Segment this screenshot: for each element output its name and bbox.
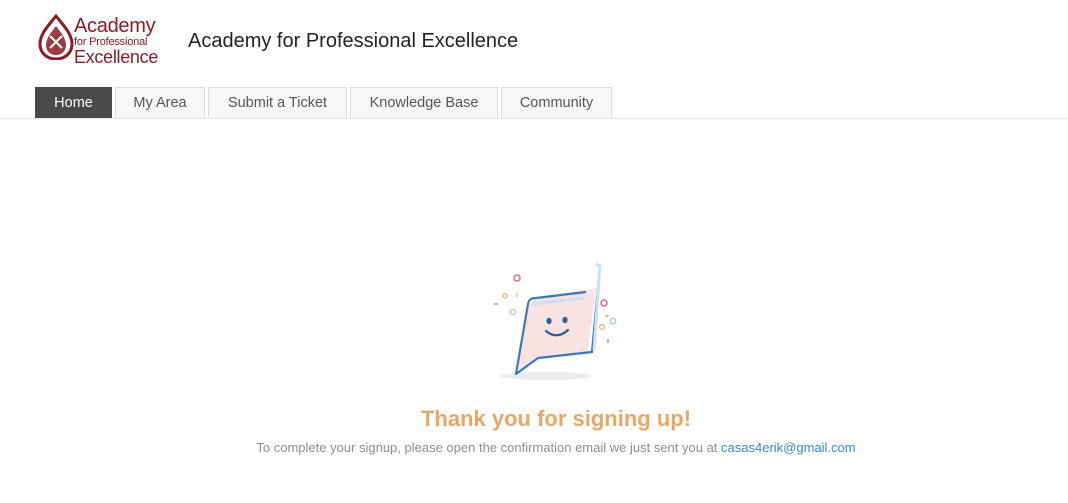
tab-submit-a-ticket[interactable]: Submit a Ticket bbox=[208, 87, 347, 118]
main-nav-tabs: Home My Area Submit a Ticket Knowledge B… bbox=[35, 87, 615, 118]
smiling-chat-bubble-illustration bbox=[494, 262, 617, 380]
tab-home[interactable]: Home bbox=[35, 87, 112, 118]
confirmation-email: casas4erik@gmail.com bbox=[721, 440, 856, 455]
tab-knowledge-base[interactable]: Knowledge Base bbox=[350, 87, 498, 118]
academy-logo[interactable]: Academy for Professional Excellence bbox=[38, 14, 162, 66]
confirmation-text: To complete your signup, please open the… bbox=[256, 440, 718, 455]
site-header: Academy for Professional Excellence Acad… bbox=[0, 0, 1068, 118]
site-title: Academy for Professional Excellence bbox=[188, 30, 519, 52]
confirmation-message: To complete your signup, please open the… bbox=[0, 440, 1068, 455]
logo-line-1: Academy bbox=[74, 15, 156, 37]
header-divider bbox=[0, 118, 1068, 119]
thank-you-heading: Thank you for signing up! bbox=[420, 406, 692, 431]
logo-line-3: Excellence bbox=[74, 47, 159, 67]
tab-my-area[interactable]: My Area bbox=[115, 87, 205, 118]
academy-logo-icon bbox=[38, 14, 74, 60]
tab-community[interactable]: Community bbox=[501, 87, 612, 118]
logo-text: Academy for Professional Excellence bbox=[74, 16, 158, 66]
